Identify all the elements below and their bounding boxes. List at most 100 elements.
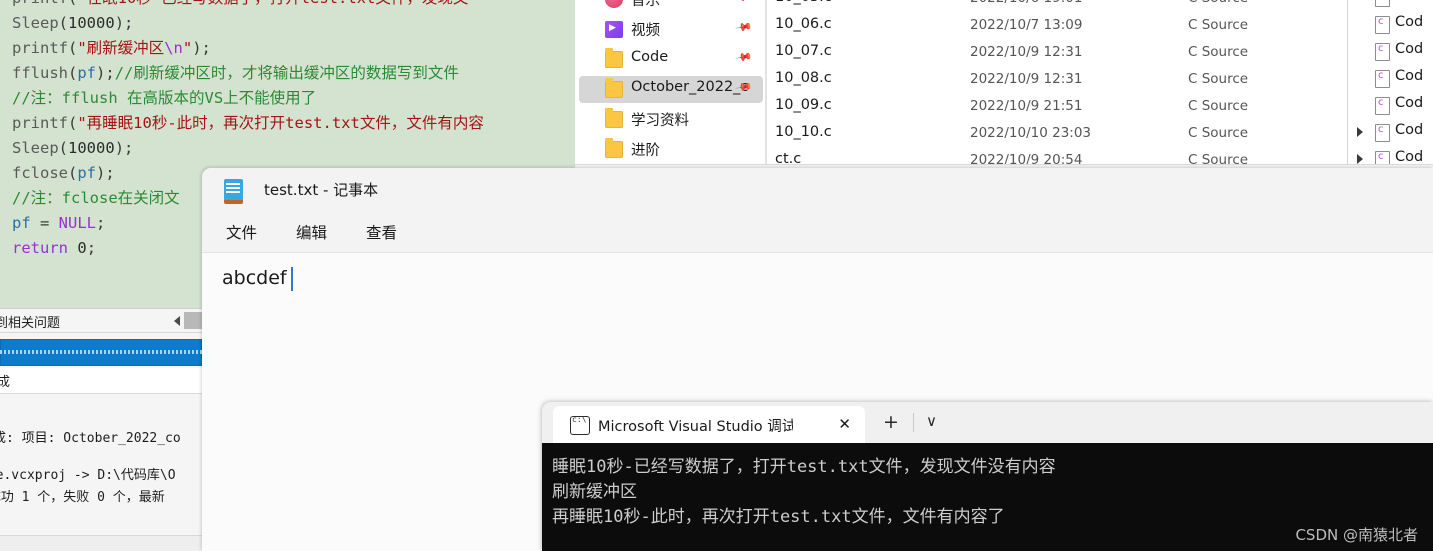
code-token: ( xyxy=(68,0,77,7)
output-line: 成功 1 个，失败 0 个，最新 xyxy=(0,490,165,505)
file-name-cell: 10_10.c xyxy=(775,124,832,140)
output-scrollbar-track[interactable] xyxy=(0,535,202,551)
nav-item--[interactable]: 音乐 📌 xyxy=(579,0,763,13)
nav-item--[interactable]: 学习资料 xyxy=(579,106,763,133)
pin-icon[interactable]: 📌 xyxy=(735,18,754,37)
notepad-title-bar[interactable]: test.txt - 记事本 xyxy=(202,168,1433,210)
nav-item-label: October_2022_c xyxy=(631,79,749,95)
file-date-cell: 2022/10/10 23:03 xyxy=(970,125,1092,141)
explorer-file-list[interactable]: 10_05.c 2022/10/6 19:01 C Source 10_06.c 202… xyxy=(766,0,1346,168)
terminal-line: 睡眠10秒-已经写数据了，打开test.txt文件，发现文件没有内容 xyxy=(552,457,1056,477)
code-token: //注：fclose在关闭文 xyxy=(12,189,180,207)
table-row[interactable]: 10_05.c 2022/10/6 19:01 C Source xyxy=(766,0,1346,13)
table-row[interactable]: 10_10.c 2022/10/10 23:03 C Source xyxy=(766,121,1346,148)
code-token: ( xyxy=(68,164,78,182)
code-token: "在眠10秒-已经写数据了，打开test.txt文件，发现文 xyxy=(77,0,468,7)
list-item-label: Cod xyxy=(1395,0,1423,3)
code-token: ( xyxy=(58,139,69,157)
list-item[interactable]: Cod xyxy=(1348,92,1433,119)
notepad-document-text: abcdef xyxy=(222,267,287,289)
chevron-right-icon[interactable] xyxy=(1357,154,1363,164)
nav-item-label: 视频 xyxy=(631,23,660,39)
notepad-menu-bar[interactable]: 文件 编辑 查看 xyxy=(202,210,1433,253)
table-row[interactable]: 10_07.c 2022/10/9 12:31 C Source xyxy=(766,40,1346,67)
code-token: ); xyxy=(114,139,134,157)
code-token: printf xyxy=(12,114,68,132)
new-tab-icon[interactable]: + xyxy=(883,411,899,433)
code-token: \n xyxy=(164,39,183,57)
code-token: "刷新缓冲区 xyxy=(77,39,165,57)
code-token: printf xyxy=(12,39,68,57)
explorer-pane-divider[interactable] xyxy=(766,0,767,165)
output-tab-row[interactable]: 生成 xyxy=(0,368,202,394)
close-icon[interactable]: ✕ xyxy=(838,415,851,433)
explorer-navigation-pane[interactable]: 音乐 📌 视频 📌 Code 📌 October_2022_c📌 学习资料进阶 xyxy=(575,0,766,165)
list-item-label: Cod xyxy=(1395,68,1424,84)
file-type-cell: C Source xyxy=(1188,125,1249,141)
screenshot-root: printf("在眠10秒-已经写数据了，打开test.txt文件，发现文Sle… xyxy=(0,0,1433,551)
folder-icon xyxy=(605,78,623,98)
terminal-console-output[interactable]: 睡眠10秒-已经写数据了，打开test.txt文件，发现文件没有内容 刷新缓冲区… xyxy=(542,443,1433,551)
code-token: pf xyxy=(77,164,97,182)
csdn-watermark: CSDN @南猿北者 xyxy=(1295,526,1418,544)
code-token: printf xyxy=(12,0,68,7)
list-item[interactable]: Cod xyxy=(1348,0,1433,11)
code-token: ( xyxy=(58,14,69,32)
chevron-right-icon[interactable] xyxy=(1357,127,1363,137)
code-line: printf("在眠10秒-已经写数据了，打开test.txt文件，发现文 xyxy=(12,0,484,11)
code-token: NULL xyxy=(58,214,96,232)
explorer-right-pane[interactable]: Cod Cod Cod Cod Cod Cod Cod xyxy=(1347,0,1433,169)
output-line: ode.vcxproj -> D:\代码库\O xyxy=(0,468,176,483)
nav-item-october-2022-c[interactable]: October_2022_c 📌 xyxy=(579,76,763,103)
notepad-menu-file[interactable]: 文件 xyxy=(218,217,265,253)
notepad-menu-edit[interactable]: 编辑 xyxy=(288,217,335,253)
chevron-down-icon[interactable]: ∨ xyxy=(926,412,937,430)
terminal-tab-active[interactable]: Microsoft Visual Studio 调试控 ✕ xyxy=(553,406,865,443)
output-window[interactable]: 生成: 项目: October_2022_co ode.vcxproj -> D… xyxy=(0,394,202,551)
music-icon xyxy=(605,0,623,8)
code-token: return xyxy=(12,239,68,257)
pin-icon[interactable]: 📌 xyxy=(735,0,754,7)
code-line: Sleep(10000); xyxy=(12,136,484,161)
pin-icon[interactable]: 📌 xyxy=(735,48,754,67)
table-row[interactable]: 10_09.c 2022/10/9 21:51 C Source xyxy=(766,94,1346,121)
table-row[interactable]: 10_08.c 2022/10/9 12:31 C Source xyxy=(766,67,1346,94)
code-line: printf("刷新缓冲区\n"); xyxy=(12,36,484,61)
tab-bar-divider xyxy=(913,413,914,432)
code-token: ); xyxy=(192,39,211,57)
file-name-cell: 10_07.c xyxy=(775,43,832,59)
nav-item--[interactable]: 视频 📌 xyxy=(579,16,763,43)
code-token: ( xyxy=(68,64,78,82)
list-item[interactable]: Cod xyxy=(1348,38,1433,65)
list-item[interactable]: Cod xyxy=(1348,11,1433,38)
table-row[interactable]: 10_06.c 2022/10/7 13:09 C Source xyxy=(766,13,1346,40)
selected-row-squiggle xyxy=(0,350,202,354)
text-caret xyxy=(291,267,293,291)
code-line: fflush(pf);//刷新缓冲区时，才将输出缓冲区的数据写到文件 xyxy=(12,61,484,86)
c-source-file-icon xyxy=(1375,70,1390,88)
list-item[interactable]: Cod xyxy=(1348,119,1433,146)
code-line: Sleep(10000); xyxy=(12,11,484,36)
code-token: "再睡眠10秒-此时，再次打开test.txt文件，文件有内容 xyxy=(77,114,484,132)
code-token: ); xyxy=(96,64,115,82)
horizontal-scrollbar-thumb[interactable] xyxy=(184,312,202,329)
list-item-label: Cod xyxy=(1395,95,1424,111)
nav-item-code[interactable]: Code 📌 xyxy=(579,46,763,73)
file-date-cell: 2022/10/7 13:09 xyxy=(970,17,1083,33)
error-list-selected-row[interactable] xyxy=(0,339,202,366)
list-item[interactable]: Cod xyxy=(1348,65,1433,92)
terminal-tab-title: Microsoft Visual Studio 调试控 xyxy=(598,419,793,435)
nav-item--[interactable]: 进阶 xyxy=(579,136,763,163)
file-type-cell: C Source xyxy=(1188,44,1249,60)
output-line: 生成: 项目: October_2022_co xyxy=(0,431,181,446)
chevron-left-icon[interactable] xyxy=(174,316,180,326)
console-icon xyxy=(570,415,590,435)
terminal-tab-bar[interactable]: Microsoft Visual Studio 调试控 ✕ + ∨ xyxy=(542,402,1433,443)
code-token: ); xyxy=(96,164,115,182)
code-token: pf xyxy=(77,64,97,82)
notepad-menu-view[interactable]: 查看 xyxy=(358,217,405,253)
code-token: ); xyxy=(114,14,134,32)
code-token: 10000 xyxy=(68,14,115,32)
terminal-line: 刷新缓冲区 xyxy=(552,482,637,502)
